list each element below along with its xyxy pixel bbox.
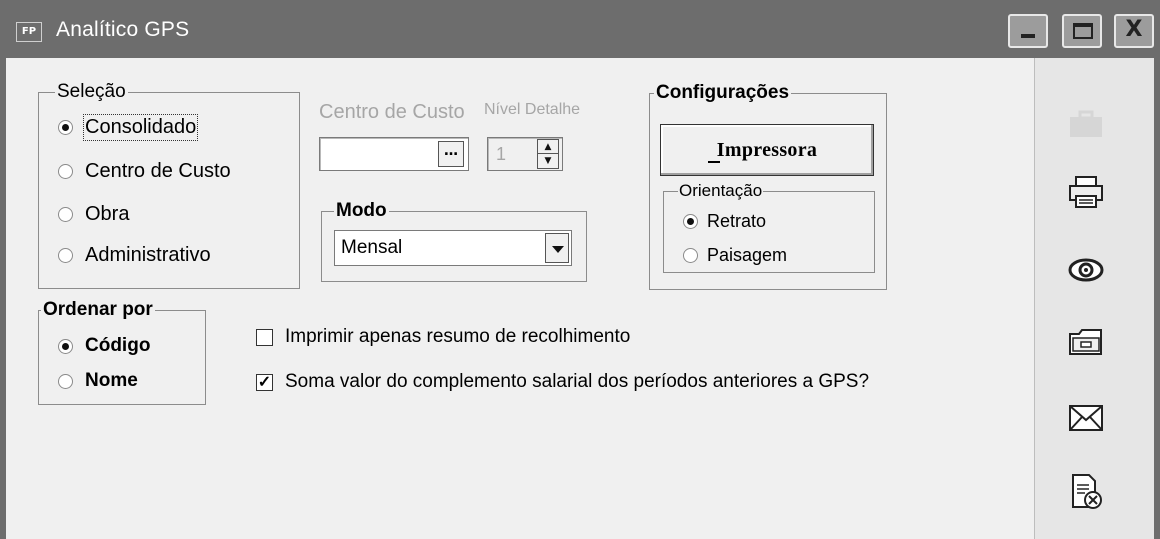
modo-value: Mensal [341, 237, 403, 258]
radio-label: Obra [85, 203, 130, 225]
window-title: Analítico GPS [56, 18, 190, 41]
spin-up-icon[interactable]: ▲ [538, 140, 558, 154]
checkbox-box[interactable]: ✓ [256, 373, 273, 391]
impressora-label: Impressora [716, 139, 818, 161]
checkbox-label: Imprimir apenas resumo de recolhimento [285, 326, 631, 347]
modo-legend: Modo [336, 200, 387, 221]
selecao-legend: Seleção [57, 81, 126, 102]
title-bar: FP Analítico GPS X [6, 0, 1160, 58]
minimize-button[interactable] [1008, 14, 1048, 48]
radio-label: Nome [85, 370, 138, 391]
checkbox-complemento-salarial[interactable]: ✓ Soma valor do complemento salarial dos… [256, 371, 869, 393]
eye-icon[interactable] [1061, 248, 1111, 292]
centro-custo-browse-button[interactable]: … [438, 141, 464, 167]
nivel-detalhe-spinner[interactable]: ▲ ▼ [537, 139, 559, 169]
radio-button[interactable] [58, 164, 73, 179]
centro-custo-label: Centro de Custo [319, 101, 465, 123]
radio-administrativo[interactable]: Administrativo [58, 244, 211, 267]
checkbox-box[interactable] [256, 328, 273, 346]
spin-down-icon[interactable]: ▼ [538, 154, 558, 168]
configuracoes-legend: Configurações [656, 82, 790, 103]
mnemonic-underline [708, 161, 720, 163]
radio-paisagem[interactable]: Paisagem [683, 245, 787, 266]
chevron-down-icon[interactable] [545, 233, 569, 263]
envelope-icon[interactable] [1061, 396, 1111, 440]
orientacao-legend: Orientação [679, 181, 763, 200]
close-icon: X [1125, 17, 1143, 42]
minimize-icon [1021, 34, 1035, 38]
radio-button[interactable] [683, 248, 698, 263]
radio-nome[interactable]: Nome [58, 370, 138, 392]
radio-retrato[interactable]: Retrato [683, 211, 766, 232]
briefcase-icon [1061, 102, 1111, 146]
radio-button[interactable] [58, 373, 73, 389]
form-area: Seleção Consolidado Centro de Custo Obra… [6, 58, 1031, 539]
ordenar-legend: Ordenar por [43, 299, 153, 320]
close-button[interactable]: X [1114, 14, 1154, 48]
checkbox-label: Soma valor do complemento salarial dos p… [285, 371, 870, 392]
impressora-button[interactable]: Impressora [660, 124, 874, 176]
radio-label: Administrativo [85, 244, 211, 266]
radio-button[interactable] [58, 207, 73, 222]
printer-icon[interactable] [1061, 170, 1111, 214]
nivel-detalhe-value: 1 [496, 144, 507, 164]
check-mark-icon: ✓ [257, 373, 272, 391]
radio-obra[interactable]: Obra [58, 203, 129, 226]
radio-label: Consolidado [82, 114, 199, 141]
modo-select[interactable]: Mensal [334, 230, 572, 266]
radio-codigo[interactable]: Código [58, 335, 150, 357]
radio-label: Paisagem [707, 245, 788, 265]
document-cancel-icon[interactable] [1061, 470, 1111, 514]
radio-button[interactable] [58, 120, 73, 135]
radio-consolidado[interactable]: Consolidado [58, 114, 199, 141]
app-icon: FP [16, 22, 42, 42]
radio-button[interactable] [58, 338, 73, 354]
radio-label: Retrato [707, 211, 767, 231]
radio-button[interactable] [683, 214, 698, 229]
radio-centro-de-custo[interactable]: Centro de Custo [58, 160, 231, 183]
maximize-button[interactable] [1062, 14, 1102, 48]
maximize-icon [1073, 23, 1093, 39]
action-toolbar [1034, 58, 1154, 539]
radio-label: Centro de Custo [85, 160, 231, 182]
folder-icon[interactable] [1061, 320, 1111, 364]
checkbox-resumo-recolhimento[interactable]: Imprimir apenas resumo de recolhimento [256, 326, 630, 348]
radio-label: Código [85, 335, 151, 356]
radio-button[interactable] [58, 248, 73, 263]
nivel-detalhe-label: Nível Detalhe [484, 101, 581, 119]
